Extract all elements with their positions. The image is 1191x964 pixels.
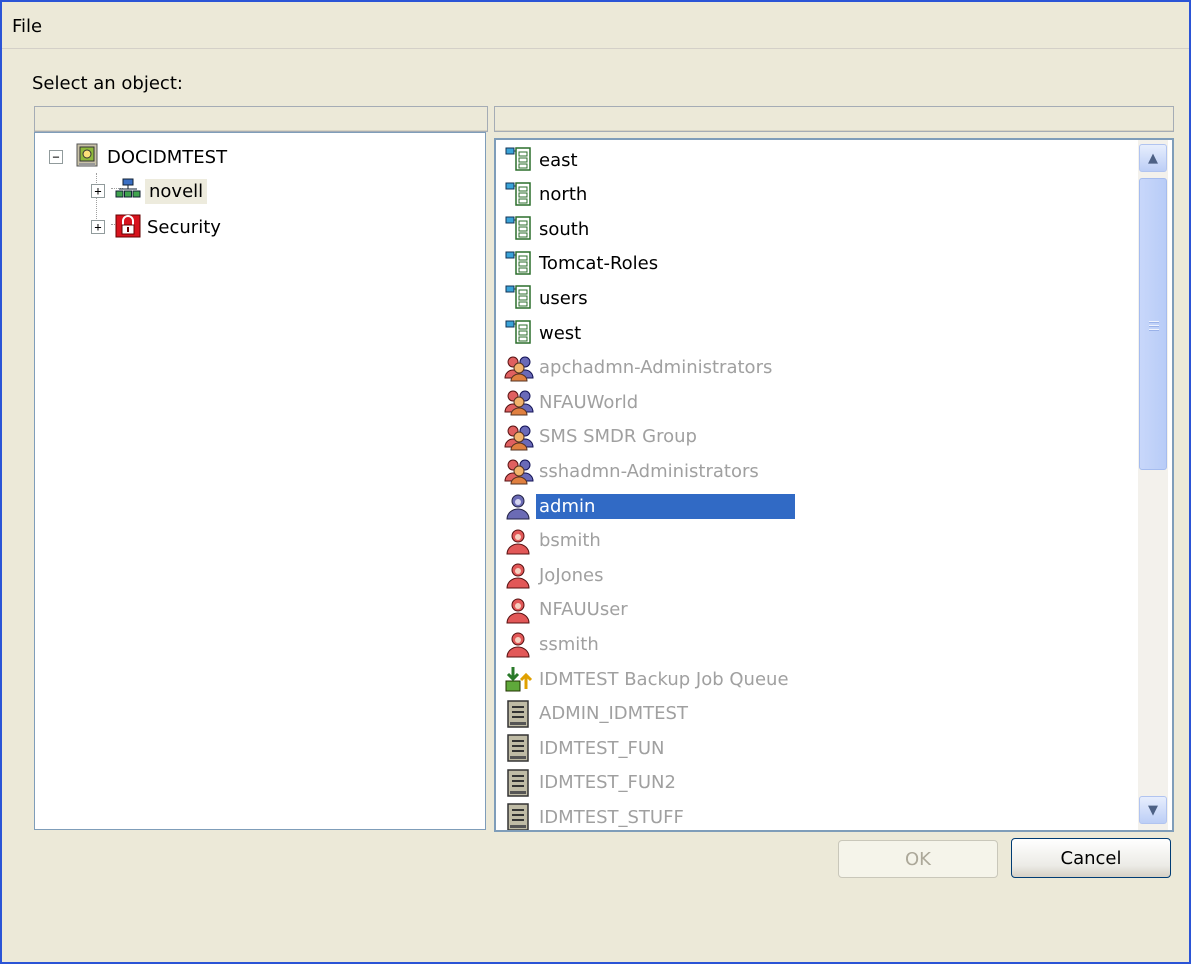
list-item[interactable]: NFAUWorld — [504, 386, 641, 418]
tree-node-label: DOCIDMTEST — [107, 146, 228, 168]
list-item-label: IDMTEST_FUN2 — [539, 772, 676, 794]
list-item-label: IDMTEST Backup Job Queue — [539, 668, 789, 690]
list-item[interactable]: admin — [504, 490, 796, 522]
scroll-up-button[interactable]: ▲ — [1139, 144, 1167, 172]
tree-root-icon — [75, 143, 105, 171]
list-item[interactable]: ssmith — [504, 628, 602, 660]
ok-button[interactable]: OK — [838, 840, 998, 878]
list-item-label: south — [539, 218, 590, 240]
volume-icon — [504, 769, 534, 797]
org-unit-icon — [504, 146, 534, 174]
list-item[interactable]: south — [504, 213, 592, 245]
tree-node-label: novell — [145, 178, 208, 204]
list-pane-header — [494, 106, 1174, 132]
list-item-label: NFAUWorld — [539, 391, 639, 413]
group-icon — [504, 354, 534, 382]
admin-user-icon — [504, 492, 534, 520]
volume-icon — [504, 734, 534, 762]
job-queue-icon — [504, 665, 534, 693]
menu-bar: File — [2, 2, 1189, 49]
object-list[interactable]: east north south Tomcat-Roles users west apcha… — [494, 138, 1174, 832]
list-item-label: IDMTEST_STUFF — [539, 806, 684, 828]
list-item-label: sshadmn-Administrators — [539, 460, 759, 482]
scroll-down-button[interactable]: ▼ — [1139, 796, 1167, 824]
volume-icon — [504, 699, 534, 728]
vertical-scrollbar[interactable]: ▲ ▼ — [1138, 140, 1168, 830]
list-item[interactable]: IDMTEST_STUFF — [504, 801, 687, 830]
list-item-label: north — [539, 184, 588, 206]
user-icon — [504, 630, 534, 658]
org-unit-icon — [504, 250, 534, 278]
list-item-label: admin — [536, 493, 796, 519]
list-item[interactable]: sshadmn-Administrators — [504, 455, 762, 487]
user-icon — [504, 561, 534, 589]
list-item[interactable]: ADMIN_IDMTEST — [504, 698, 691, 730]
list-item[interactable]: JoJones — [504, 559, 607, 591]
list-item[interactable]: IDMTEST_FUN2 — [504, 767, 679, 799]
organization-icon — [115, 177, 141, 205]
list-item-label: IDMTEST_FUN — [539, 737, 665, 759]
tree-node-label: Security — [147, 216, 221, 238]
list-item[interactable]: users — [504, 282, 591, 314]
tree-pane[interactable]: − DOCIDMTEST + novell + Security — [34, 132, 486, 830]
list-item[interactable]: NFAUUser — [504, 594, 631, 626]
list-item[interactable]: apchadmn-Administrators — [504, 352, 775, 384]
tree-node-security[interactable]: + Security — [91, 212, 221, 242]
tree-node-novell[interactable]: + novell — [91, 176, 208, 206]
expand-icon[interactable]: + — [91, 184, 105, 198]
list-item-label: apchadmn-Administrators — [539, 357, 773, 379]
tree-node-root[interactable]: − DOCIDMTEST — [49, 142, 227, 172]
org-unit-icon — [504, 215, 534, 243]
list-item-label: NFAUUser — [539, 599, 628, 621]
list-item-label: users — [539, 287, 588, 309]
list-item-label: west — [539, 322, 582, 344]
list-item[interactable]: west — [504, 317, 584, 349]
list-item-label: ssmith — [539, 633, 599, 655]
org-unit-icon — [504, 181, 534, 209]
volume-icon — [504, 803, 534, 830]
group-icon — [504, 457, 534, 485]
security-icon — [115, 213, 141, 241]
list-item-label: Tomcat-Roles — [539, 253, 659, 275]
list-item[interactable]: east — [504, 144, 581, 176]
list-item-label: east — [539, 149, 578, 171]
list-item[interactable]: IDMTEST_FUN — [504, 732, 667, 764]
list-item[interactable]: Tomcat-Roles — [504, 248, 661, 280]
list-item-label: bsmith — [539, 530, 601, 552]
user-icon — [504, 596, 534, 624]
user-icon — [504, 527, 534, 555]
select-object-prompt: Select an object: — [32, 73, 183, 94]
list-item[interactable]: bsmith — [504, 525, 604, 557]
cancel-button[interactable]: Cancel — [1011, 838, 1171, 878]
org-unit-icon — [504, 284, 534, 312]
list-item[interactable]: north — [504, 179, 590, 211]
expand-icon[interactable]: + — [91, 220, 105, 234]
list-item[interactable]: SMS SMDR Group — [504, 421, 700, 453]
scroll-thumb[interactable] — [1139, 178, 1167, 470]
list-item[interactable]: IDMTEST Backup Job Queue — [504, 663, 792, 695]
list-item-label: ADMIN_IDMTEST — [539, 703, 688, 725]
file-menu[interactable]: File — [12, 16, 42, 37]
org-unit-icon — [504, 319, 534, 347]
list-item-label: SMS SMDR Group — [539, 426, 697, 448]
collapse-icon[interactable]: − — [49, 150, 63, 164]
group-icon — [504, 423, 534, 451]
group-icon — [504, 388, 534, 416]
tree-pane-header — [34, 106, 488, 132]
list-item-label: JoJones — [539, 564, 604, 586]
